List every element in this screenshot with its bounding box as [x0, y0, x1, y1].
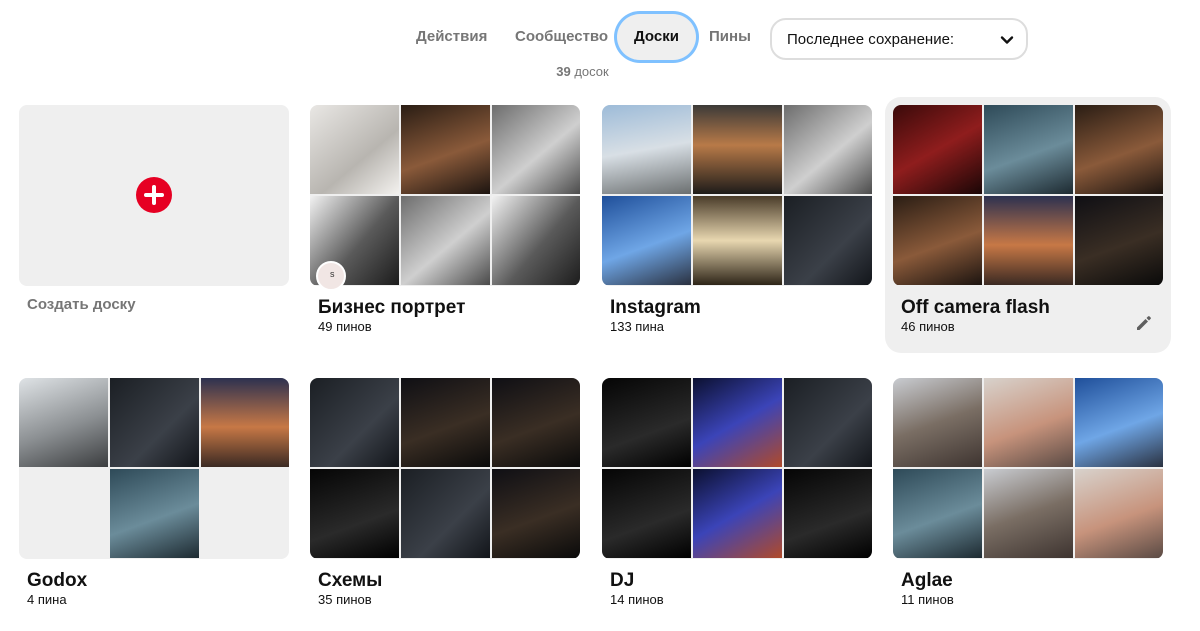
cover-image [492, 378, 580, 467]
cover-image [693, 105, 782, 194]
board-count-unit: досок [574, 64, 609, 79]
board-pin-count: 49 пинов [318, 319, 372, 334]
cover-image [310, 469, 399, 558]
board-pin-count: 133 пина [610, 319, 665, 334]
board-cover [19, 378, 289, 559]
cover-image [401, 196, 490, 285]
board-card-schemes[interactable]: Схемы 35 пинов [310, 378, 580, 618]
cover-image [492, 469, 580, 558]
board-title[interactable]: Бизнес портрет [318, 297, 465, 319]
cover-image [784, 196, 872, 285]
board-cover [602, 105, 872, 286]
cover-image [19, 378, 108, 467]
board-title[interactable]: Instagram [610, 297, 701, 319]
board-cover [893, 105, 1163, 286]
tab-actions[interactable]: Действия [416, 14, 487, 60]
collaborator-initial: s [330, 269, 335, 279]
cover-image [693, 378, 782, 467]
board-cover [893, 378, 1163, 559]
cover-image [602, 196, 691, 285]
board-pin-count: 35 пинов [318, 592, 372, 607]
cover-image [110, 469, 199, 558]
board-title[interactable]: Схемы [318, 570, 382, 592]
cover-image [201, 378, 289, 467]
cover-image [602, 469, 691, 558]
cover-image [893, 469, 982, 558]
board-title[interactable]: Aglae [901, 570, 953, 592]
board-pin-count: 14 пинов [610, 592, 664, 607]
board-count: 39 досок [0, 64, 1165, 79]
pencil-icon [1137, 316, 1151, 330]
cover-image [492, 105, 580, 194]
board-pin-count: 4 пина [27, 592, 67, 607]
cover-image [492, 196, 580, 285]
create-board-label[interactable]: Создать доску [27, 296, 136, 313]
board-card-instagram[interactable]: Instagram 133 пина [602, 105, 872, 345]
board-pin-count: 46 пинов [901, 319, 955, 334]
cover-image [1075, 196, 1163, 285]
cover-image [310, 105, 399, 194]
cover-image [784, 378, 872, 467]
cover-image [602, 378, 691, 467]
board-pin-count: 11 пинов [901, 592, 954, 607]
create-board-card[interactable]: Создать доску [19, 105, 289, 345]
sort-label: Последнее сохранение: [787, 31, 955, 48]
cover-image [784, 105, 872, 194]
board-cover [602, 378, 872, 559]
cover-image [401, 378, 490, 467]
cover-image [893, 105, 982, 194]
tab-community[interactable]: Сообщество [515, 14, 608, 60]
edit-board-button[interactable] [1129, 308, 1159, 338]
board-count-number: 39 [556, 64, 571, 79]
cover-image [401, 105, 490, 194]
cover-image [893, 378, 982, 467]
cover-image [784, 469, 872, 558]
board-cover [310, 105, 580, 286]
sort-dropdown[interactable]: Последнее сохранение: [770, 18, 1028, 60]
cover-image [110, 378, 199, 467]
cover-image [602, 105, 691, 194]
board-card-dj[interactable]: DJ 14 пинов [602, 378, 872, 618]
collaborator-avatar[interactable]: s [316, 261, 346, 291]
board-card-off-camera-flash[interactable]: Off camera flash 46 пинов [893, 105, 1163, 345]
chevron-down-icon [1000, 36, 1014, 44]
cover-image-empty [201, 469, 289, 558]
cover-image [984, 469, 1073, 558]
board-title[interactable]: Off camera flash [901, 297, 1050, 319]
board-title[interactable]: Godox [27, 570, 87, 592]
cover-image [893, 196, 982, 285]
board-title[interactable]: DJ [610, 570, 634, 592]
cover-image [1075, 378, 1163, 467]
cover-image [693, 196, 782, 285]
cover-image [1075, 469, 1163, 558]
plus-icon[interactable] [136, 177, 172, 213]
cover-image [693, 469, 782, 558]
cover-image [1075, 105, 1163, 194]
create-board-box[interactable] [19, 105, 289, 286]
board-card-business-portrait[interactable]: s Бизнес портрет 49 пинов [310, 105, 580, 345]
cover-image-empty [19, 469, 108, 558]
cover-image [984, 196, 1073, 285]
board-card-godox[interactable]: Godox 4 пина [19, 378, 289, 618]
board-cover [310, 378, 580, 559]
tab-boards[interactable]: Доски [617, 14, 696, 60]
cover-image [310, 378, 399, 467]
cover-image [984, 105, 1073, 194]
tab-pins[interactable]: Пины [709, 14, 751, 60]
cover-image [984, 378, 1073, 467]
cover-image [401, 469, 490, 558]
board-card-aglae[interactable]: Aglae 11 пинов [893, 378, 1163, 618]
